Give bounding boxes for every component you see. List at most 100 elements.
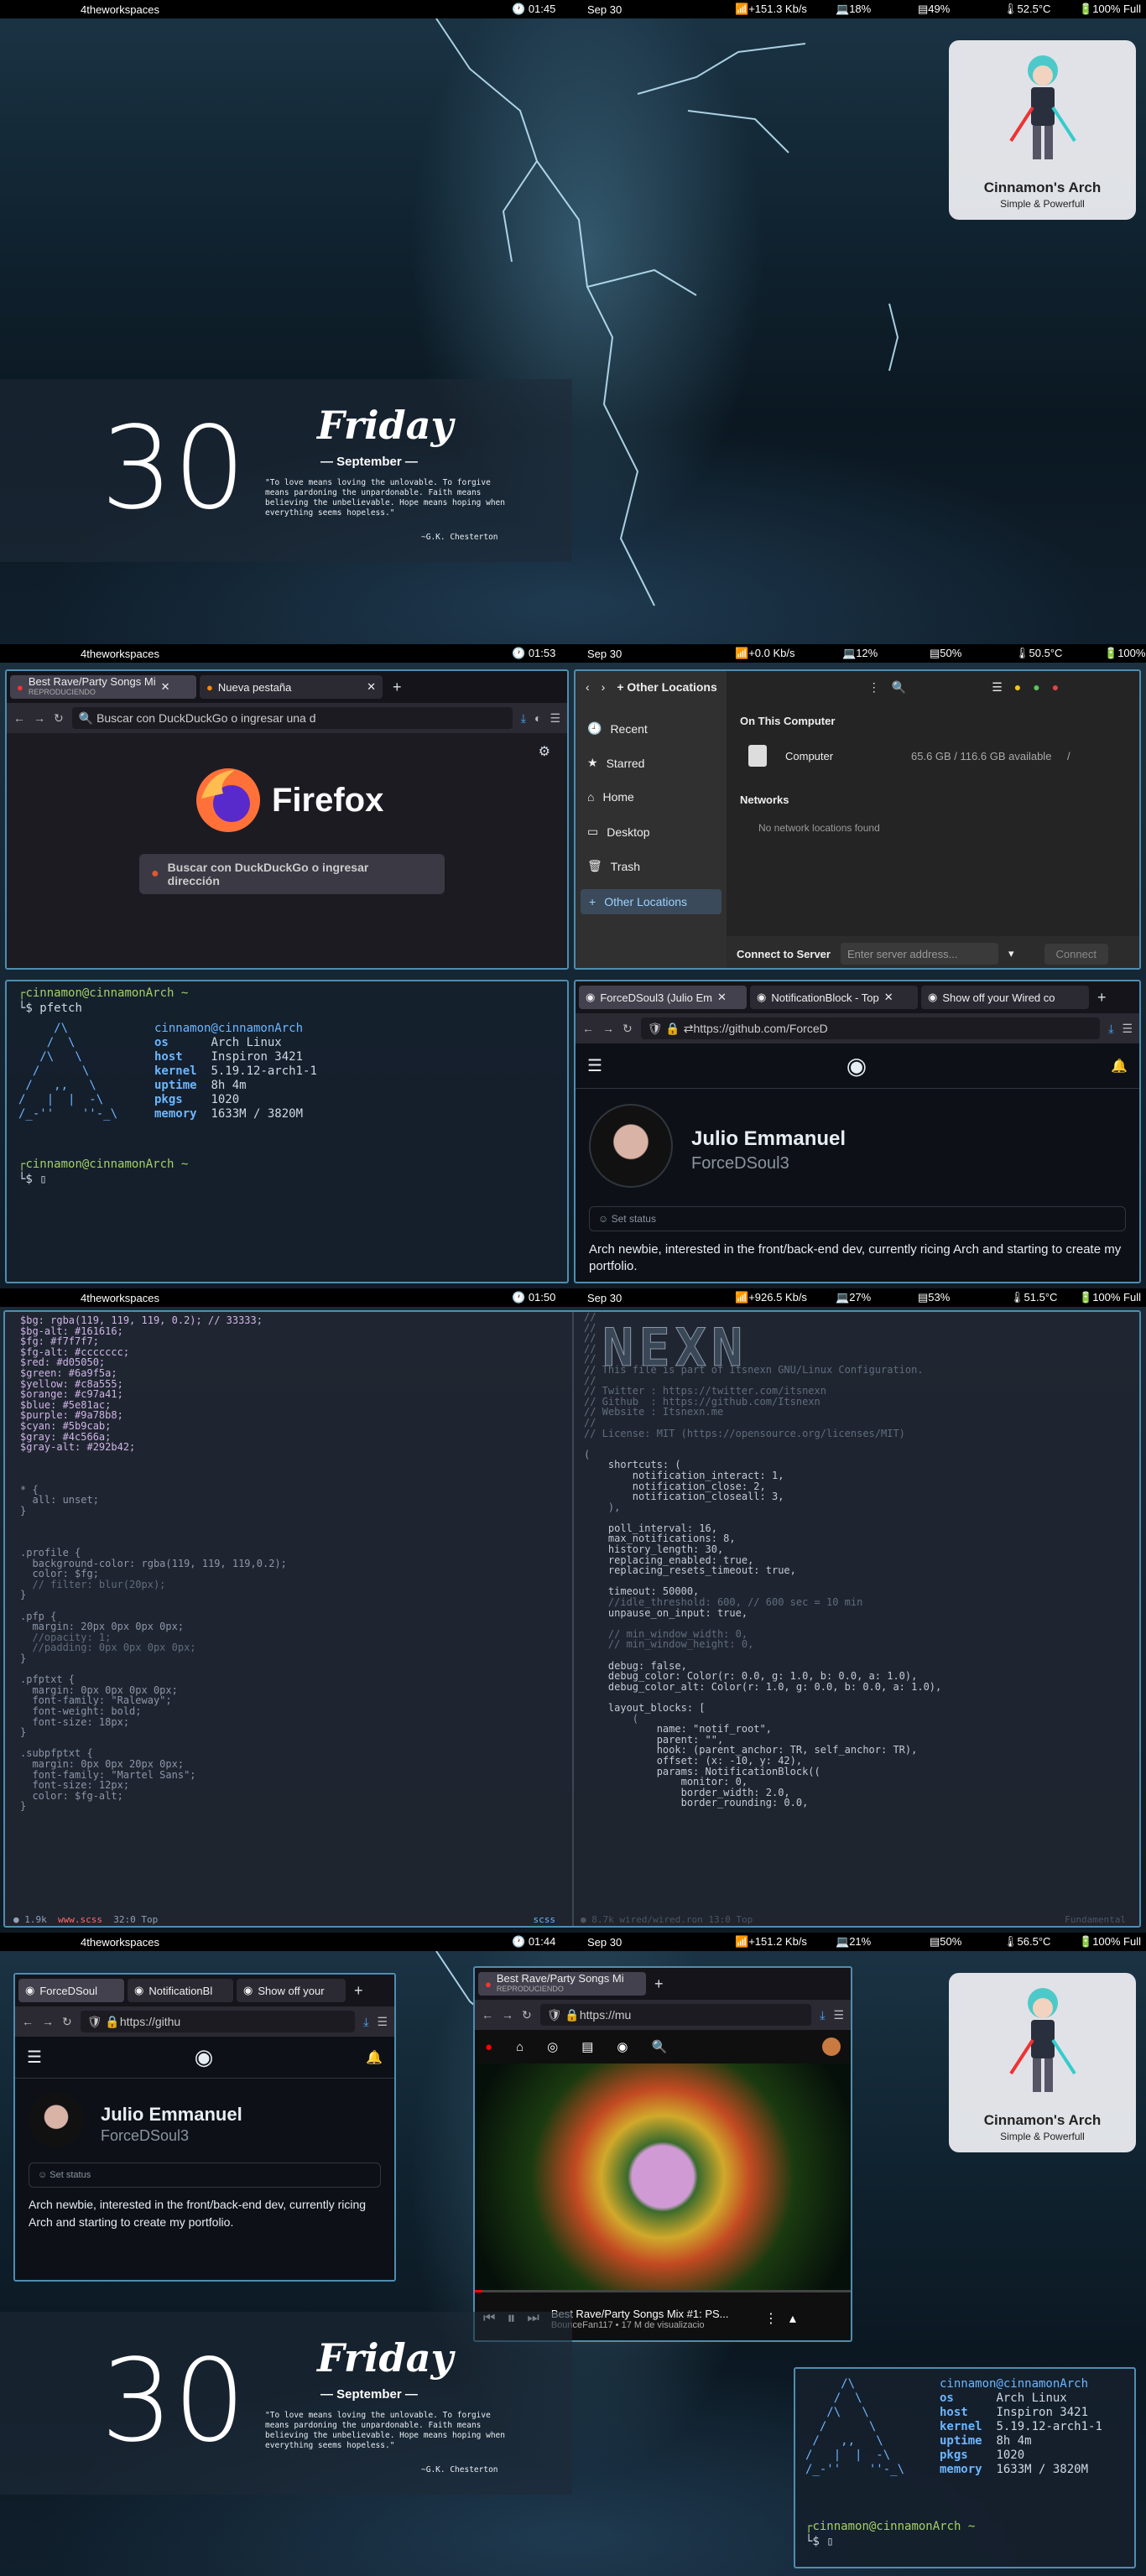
reload-icon[interactable]: ↻	[62, 2015, 72, 2029]
extensions-icon[interactable]: ◐	[534, 711, 541, 725]
tab-music[interactable]: ● Best Rave/Party Songs Mi REPRODUCIENDO …	[10, 675, 196, 699]
back-icon[interactable]: ←	[482, 2008, 493, 2022]
tab-wired[interactable]: ◉ Show off your Wired co	[921, 986, 1089, 1009]
close-icon[interactable]: ●	[1052, 680, 1059, 694]
url-input[interactable]: 🔍 Buscar con DuckDuckGo o ingresar una d	[71, 707, 513, 729]
ytmusic-logo-icon[interactable]: ●	[485, 2040, 492, 2054]
location-label[interactable]: + Other Locations	[617, 680, 716, 694]
editor-window[interactable]: $bg: rgba(119, 119, 119, 0.2); // 33333;…	[3, 1310, 1141, 1928]
back-icon[interactable]: ←	[582, 1022, 594, 1035]
hamburger-icon[interactable]: ☰	[27, 2047, 42, 2068]
new-tab-icon[interactable]: +	[386, 679, 409, 696]
menu-icon[interactable]: ☰	[833, 2008, 844, 2022]
set-status-button[interactable]: ☺ Set status	[29, 2162, 381, 2188]
tab-github-profile[interactable]: ◉ ForceDSoul	[18, 1979, 124, 2002]
menu-icon[interactable]: ☰	[550, 711, 560, 726]
github-logo-icon[interactable]: ◉	[846, 1052, 867, 1080]
kebab-icon[interactable]: ⋮	[764, 2310, 778, 2327]
computer-row[interactable]: Computer 65.6 GB / 116.6 GB available /	[740, 742, 1134, 770]
search-icon[interactable]: 🔍	[892, 680, 906, 695]
settings-icon[interactable]: ⚙	[539, 743, 550, 760]
sidebar-item-other[interactable]: + Other Locations	[581, 889, 721, 914]
download-icon[interactable]: ⤓	[1108, 1022, 1113, 1036]
bell-icon[interactable]: 🔔	[366, 2049, 383, 2066]
tab-notification[interactable]: ◉ NotificationBlock - Top ✕	[750, 986, 918, 1009]
workspace-label[interactable]: 4theworkspaces	[81, 648, 159, 660]
workspace-label[interactable]: 4theworkspaces	[81, 3, 159, 16]
kebab-icon[interactable]: ⋮	[868, 680, 880, 695]
sidebar-item-trash[interactable]: 🗑 Trash	[587, 859, 640, 873]
view-icon[interactable]: ☰	[992, 680, 1003, 695]
search-icon[interactable]: 🔍	[652, 2039, 668, 2054]
new-tab-icon[interactable]: +	[649, 1975, 669, 1993]
minimize-icon[interactable]: ●	[1014, 680, 1021, 694]
url-input[interactable]: 🛡 🔒 https://githu	[80, 2011, 356, 2032]
terminal-window[interactable]: ┌cinnamon@cinnamonArch ~ └$ pfetch /\ / …	[5, 980, 569, 1283]
workspace-label[interactable]: 4theworkspaces	[81, 1292, 159, 1304]
github-logo-icon[interactable]: ◉	[195, 2044, 214, 2070]
close-icon[interactable]: ✕	[161, 680, 170, 694]
close-icon[interactable]: ✕	[717, 991, 727, 1004]
code-line: $bg: rgba(119, 119, 119, 0.2); // 33333;	[20, 1314, 263, 1326]
download-icon[interactable]: ⤓	[521, 711, 526, 726]
home-icon[interactable]: ⌂	[516, 2040, 524, 2054]
progress-bar[interactable]	[475, 2290, 851, 2292]
bell-icon[interactable]: 🔔	[1111, 1058, 1128, 1075]
forward-icon[interactable]: →	[502, 2008, 513, 2022]
download-icon[interactable]: ⤓	[363, 2015, 368, 2029]
new-tab-icon[interactable]: +	[1092, 989, 1112, 1007]
temp-value: 51.5°C	[1024, 1291, 1058, 1304]
workspace-label[interactable]: 4theworkspaces	[81, 1936, 159, 1949]
reload-icon[interactable]: ↻	[54, 711, 64, 726]
back-icon[interactable]: ‹	[586, 680, 590, 694]
url-text: https://github.com/ForceD	[693, 1022, 828, 1035]
sidebar-item-home[interactable]: ⌂ Home	[587, 790, 634, 804]
tab-wired[interactable]: ◉ Show off your	[237, 1979, 346, 2002]
tab-music[interactable]: ● Best Rave/Party Songs Mi REPRODUCIENDO	[478, 1972, 646, 1996]
top-panel: 4theworkspaces 🕐 01:53 Sep 30 📶 +0.0 Kb/…	[0, 644, 1146, 663]
scss-buffer[interactable]: $bg: rgba(119, 119, 119, 0.2); // 33333;…	[20, 1315, 565, 1833]
tab-new[interactable]: ● Nueva pestaña ✕	[200, 675, 383, 699]
tab-github-profile[interactable]: ◉ ForceDSoul3 (Julio Em ✕	[579, 986, 747, 1009]
forward-icon[interactable]: →	[42, 2015, 54, 2028]
menu-icon[interactable]: ☰	[1122, 1022, 1133, 1036]
server-address-input[interactable]: Enter server address...	[840, 943, 998, 965]
forward-icon[interactable]: ›	[602, 680, 606, 694]
new-tab-icon[interactable]: +	[349, 1982, 368, 2000]
forward-icon[interactable]: →	[602, 1022, 614, 1035]
fetch-row: memory 1633M / 3820M	[154, 1107, 317, 1121]
url-input[interactable]: 🛡 🔒 https://mu	[539, 2004, 812, 2026]
tab-notification[interactable]: ◉ NotificationBl	[128, 1979, 233, 2002]
hamburger-icon[interactable]: ☰	[587, 1055, 602, 1076]
expand-icon[interactable]: ▴	[789, 2310, 796, 2327]
reload-icon[interactable]: ↻	[622, 1022, 633, 1036]
upgrade-icon[interactable]: ◉	[617, 2039, 628, 2054]
url-input[interactable]: 🛡 🔒 ⇄ https://github.com/ForceD	[640, 1017, 1101, 1039]
account-icon[interactable]	[822, 2037, 841, 2056]
close-icon[interactable]: ✕	[367, 680, 376, 694]
cpu-value: 27%	[849, 1291, 872, 1304]
maximize-icon[interactable]: ●	[1033, 680, 1039, 694]
clock: 🕐 01:53	[512, 647, 556, 659]
dropdown-icon[interactable]: ▾	[1008, 947, 1014, 960]
sidebar-item-starred[interactable]: ★ Starred	[587, 756, 644, 770]
menu-icon[interactable]: ☰	[377, 2015, 388, 2029]
ron-buffer[interactable]: //////////// This file is part of Itsnex…	[584, 1312, 1138, 1808]
search-hint-box[interactable]: ● Buscar con DuckDuckGo o ingresar direc…	[139, 854, 445, 894]
connect-button[interactable]: Connect	[1044, 943, 1108, 965]
download-icon[interactable]: ⤓	[820, 2008, 825, 2022]
sidebar-item-recent[interactable]: 🕘 Recent	[587, 721, 648, 736]
close-icon[interactable]: ✕	[884, 991, 893, 1004]
profile-card: Cinnamon's Arch Simple & Powerfull	[949, 1973, 1136, 2152]
back-icon[interactable]: ←	[22, 2015, 34, 2028]
terminal-window[interactable]: /\ / \ /\ \ / \ / ,, \ / | | -\/_-'' ''-_…	[794, 2367, 1136, 2568]
forward-icon[interactable]: →	[34, 711, 45, 725]
reload-icon[interactable]: ↻	[522, 2008, 532, 2022]
back-icon[interactable]: ←	[13, 711, 25, 725]
explore-icon[interactable]: ◎	[547, 2039, 558, 2054]
set-status-button[interactable]: ☺ Set status	[589, 1206, 1126, 1231]
library-icon[interactable]: ▤	[581, 2039, 593, 2054]
sidebar-item-desktop[interactable]: ▭ Desktop	[587, 825, 650, 839]
fetch-value: Arch Linux	[211, 1036, 282, 1049]
